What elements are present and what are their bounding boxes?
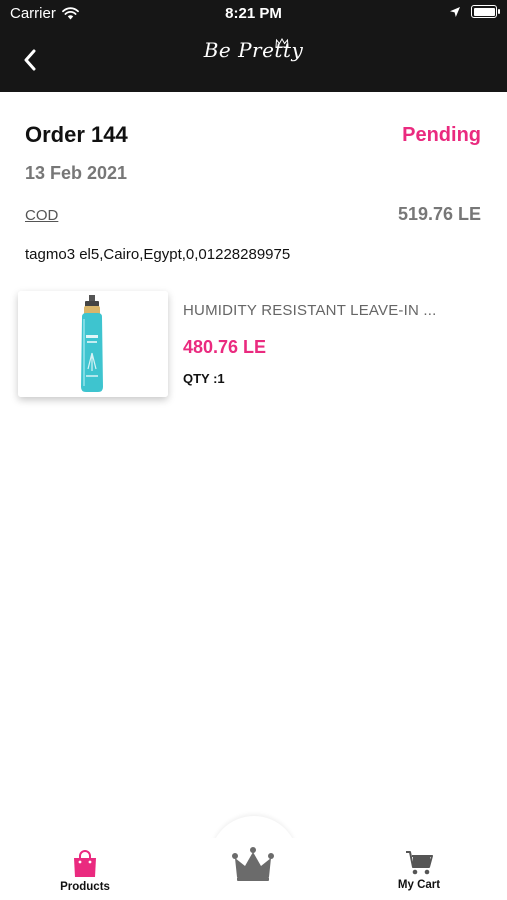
order-title: Order 144 [25, 122, 128, 147]
status-right [449, 5, 500, 18]
tab-products[interactable]: Products [50, 850, 120, 893]
item-quantity: QTY :1 [183, 371, 225, 386]
shipping-address: tagmo3 el5,Cairo,Egypt,0,01228289975 [25, 246, 291, 263]
shopping-bag-icon [74, 850, 96, 877]
order-item[interactable]: HUMIDITY RESISTANT LEAVE-IN ... 480.76 L… [18, 291, 488, 401]
status-time: 8:21 PM [225, 5, 282, 22]
status-bar: Carrier 8:21 PM [0, 0, 507, 28]
tab-my-cart-label: My Cart [397, 879, 441, 891]
cart-icon [406, 851, 433, 875]
logo-crown-icon [275, 38, 289, 48]
item-price: 480.76 LE [183, 337, 267, 357]
crown-icon [232, 847, 274, 881]
payment-method: COD [25, 207, 59, 224]
app-header: Carrier 8:21 PM Be Pretty [0, 0, 507, 92]
tab-my-cart[interactable]: My Cart [384, 850, 454, 891]
tab-products-label: Products [60, 881, 110, 893]
nav-bar: Be Pretty [0, 28, 507, 92]
order-total: 519.76 LE [397, 204, 481, 224]
product-image [18, 291, 168, 397]
item-name: HUMIDITY RESISTANT LEAVE-IN ... [183, 302, 437, 319]
order-status-badge: Pending [402, 124, 481, 146]
app-logo: Be Pretty [203, 38, 304, 62]
home-crown-button[interactable] [232, 846, 274, 882]
location-arrow-icon [450, 6, 460, 17]
battery-icon [471, 5, 500, 18]
order-date: 13 Feb 2021 [25, 163, 128, 183]
